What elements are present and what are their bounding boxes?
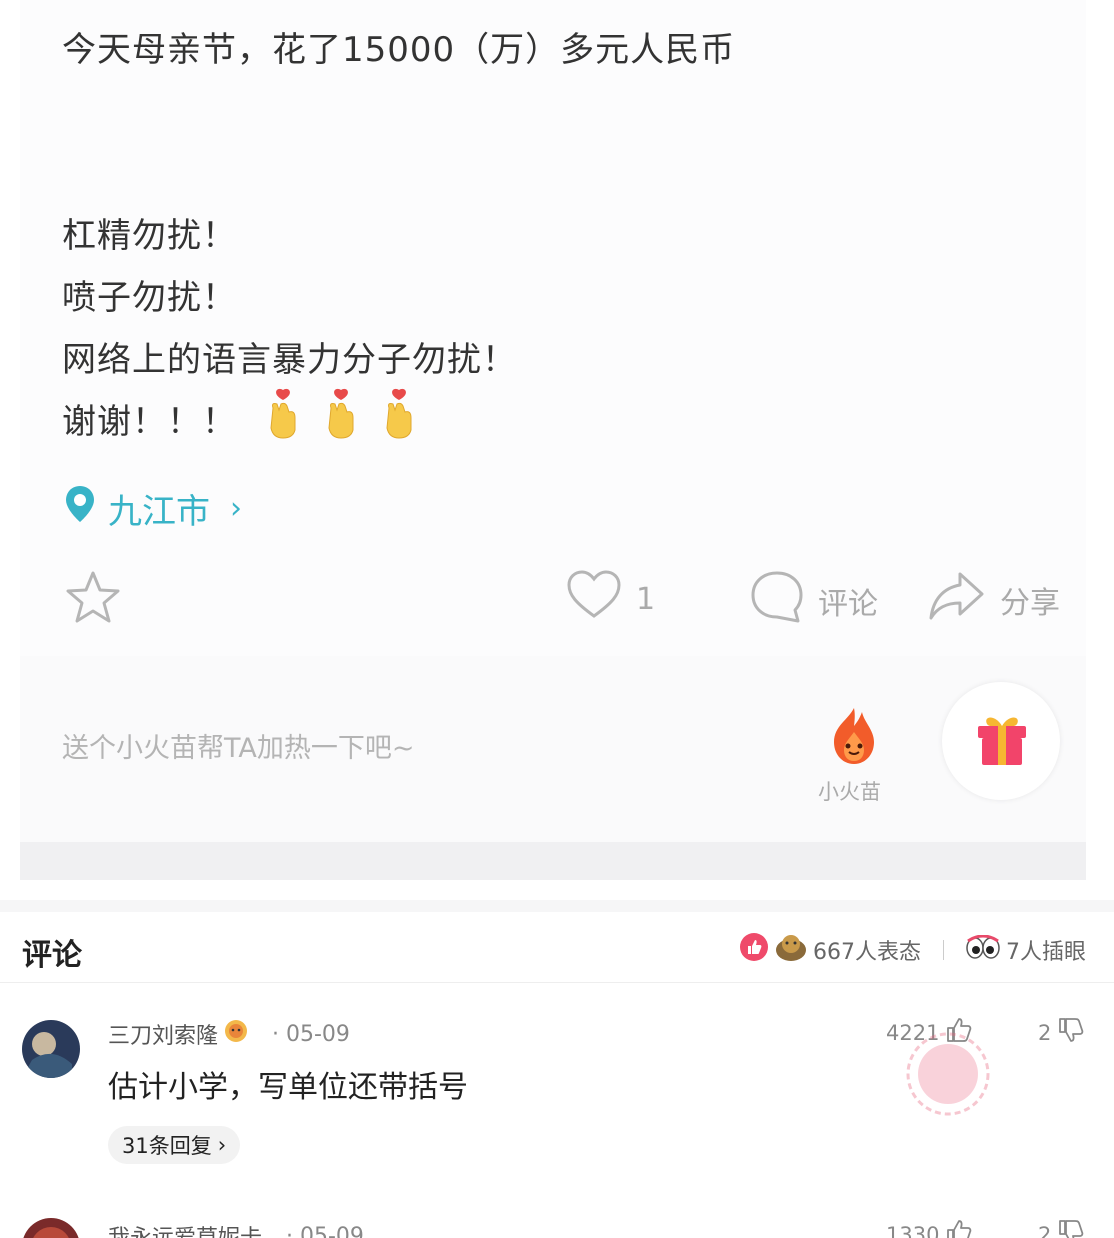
heart-icon xyxy=(566,570,622,628)
favorite-button[interactable] xyxy=(64,570,122,634)
comment-label: 评论 xyxy=(818,587,878,622)
post-card: 今天母亲节，花了15000（万）多元人民币 杠精勿扰！ 喷子勿扰！ 网络上的语言… xyxy=(20,0,1086,880)
comments-title: 评论 xyxy=(22,938,82,973)
post-line: 今天母亲节，花了15000（万）多元人民币 xyxy=(62,30,736,70)
comment-text: 估计小学，写单位还带括号 xyxy=(108,1070,468,1105)
dislike-count: 2 xyxy=(1038,1222,1052,1238)
replies-count: 31条回复 xyxy=(122,1134,212,1158)
like-count: 1330 xyxy=(886,1222,940,1238)
share-arrow-icon xyxy=(928,570,986,630)
post-line: 网络上的语言暴力分子勿扰！ xyxy=(62,340,517,380)
like-button[interactable]: 1 xyxy=(566,570,655,628)
comment-dislike-button[interactable]: 2 xyxy=(1038,1016,1085,1049)
comment-username[interactable]: 三刀刘索隆 · 05-09 xyxy=(108,1018,350,1050)
comments-header: 评论 667人表态 7人插眼 xyxy=(0,912,1114,983)
chevron-right-icon: › xyxy=(230,491,242,526)
gift-prompt: 送个小火苗帮TA加热一下吧~ xyxy=(62,733,415,764)
comment-item: 我永远爱草妮卡 · 05-09 1330 2 xyxy=(0,1200,1114,1238)
finger-heart-icon xyxy=(323,388,359,440)
thumbs-up-icon xyxy=(945,1218,973,1238)
location-label: 九江市 xyxy=(108,492,210,532)
separator xyxy=(943,940,944,960)
reaction-emoji-icon xyxy=(775,932,807,968)
gift-button[interactable] xyxy=(942,682,1060,800)
eyes-icon xyxy=(966,934,1000,965)
finger-heart-icon xyxy=(381,388,417,440)
location-link[interactable]: 九江市 › xyxy=(64,484,242,533)
location-pin-icon xyxy=(64,485,96,532)
user-badge-icon xyxy=(224,1019,248,1049)
post-actions: 1 评论 分享 xyxy=(20,570,1086,634)
reactions-count: 667人表态 xyxy=(813,940,921,965)
username-text: 三刀刘索隆 xyxy=(108,1024,219,1049)
thumbs-down-icon xyxy=(1057,1218,1085,1238)
share-label: 分享 xyxy=(1000,586,1060,621)
chevron-right-icon: › xyxy=(217,1133,227,1157)
reactions-summary[interactable]: 667人表态 7人插眼 xyxy=(739,932,1086,968)
gift-area: 送个小火苗帮TA加热一下吧~ 小火苗 xyxy=(20,656,1086,842)
comment-dislike-button[interactable]: 2 xyxy=(1038,1218,1085,1238)
post-line: 谢谢！！！ xyxy=(62,402,237,442)
share-button[interactable]: 分享 xyxy=(928,570,1060,630)
emoji-row xyxy=(265,388,417,440)
post-line: 喷子勿扰！ xyxy=(62,278,237,318)
comment-username[interactable]: 我永远爱草妮卡 · 05-09 xyxy=(108,1220,364,1238)
watermark-stamp-icon xyxy=(900,1026,996,1122)
reaction-like-icon xyxy=(739,932,769,968)
fire-mascot-icon[interactable] xyxy=(824,706,884,766)
card-footer xyxy=(20,842,1086,880)
insert-count: 7人插眼 xyxy=(1006,940,1086,965)
thumbs-down-icon xyxy=(1057,1016,1085,1049)
comment-bubble-icon xyxy=(750,570,804,632)
comment-date: · 05-09 xyxy=(272,1021,350,1047)
username-text: 我永远爱草妮卡 xyxy=(108,1220,262,1238)
replies-button[interactable]: 31条回复 › xyxy=(108,1126,241,1164)
finger-heart-icon xyxy=(265,388,301,440)
section-divider xyxy=(0,900,1114,912)
comment-like-button[interactable]: 1330 xyxy=(886,1218,973,1238)
gift-box-icon xyxy=(978,717,1026,765)
star-icon xyxy=(64,570,122,634)
comment-date: · 05-09 xyxy=(286,1223,364,1238)
dislike-count: 2 xyxy=(1038,1020,1052,1045)
post-line: 杠精勿扰！ xyxy=(62,216,237,256)
avatar[interactable] xyxy=(22,1218,80,1238)
fire-label: 小火苗 xyxy=(818,780,881,804)
comment-button[interactable]: 评论 xyxy=(750,570,878,632)
avatar[interactable] xyxy=(22,1020,80,1078)
like-count: 1 xyxy=(636,581,656,617)
